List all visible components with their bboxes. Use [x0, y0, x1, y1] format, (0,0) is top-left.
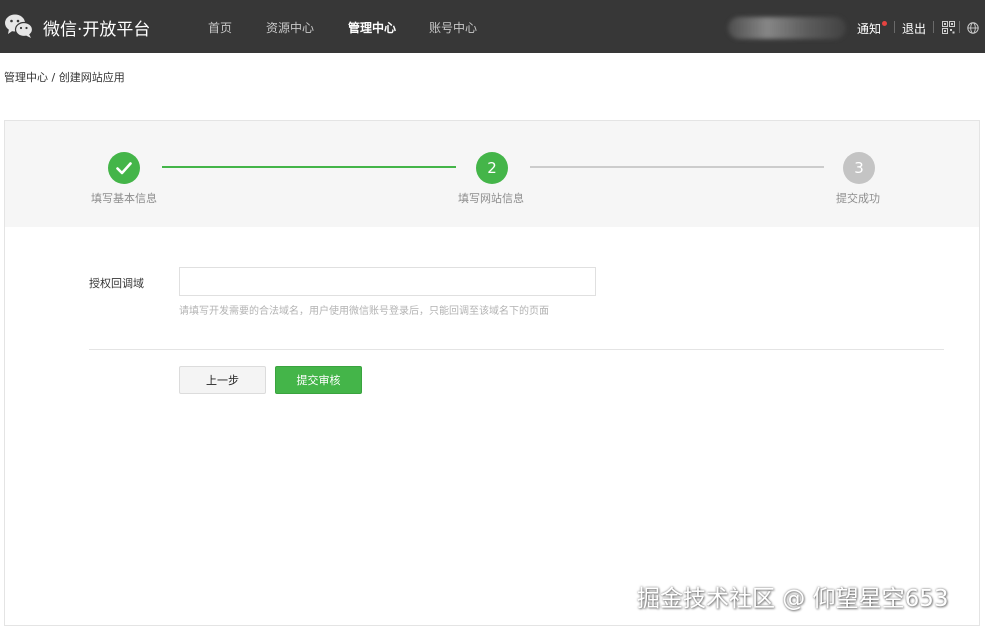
breadcrumb-management-center[interactable]: 管理中心 [4, 71, 48, 84]
progress-steps: 2 3 填写基本信息 填写网站信息 提交成功 [5, 121, 979, 227]
notify-badge-dot [882, 21, 887, 26]
top-navigation-bar: 微信·开放平台 首页 资源中心 管理中心 账号中心 通知 退出 [0, 0, 985, 53]
account-name-blurred[interactable] [728, 17, 846, 39]
nav-management-center[interactable]: 管理中心 [348, 19, 396, 36]
nav-resource-center[interactable]: 资源中心 [266, 19, 314, 36]
step-2-label: 填写网站信息 [458, 192, 524, 205]
globe-icon[interactable] [967, 22, 979, 34]
divider [959, 21, 960, 33]
breadcrumb-separator: / [48, 71, 59, 84]
step-3-circle: 3 [843, 152, 875, 184]
nav-account-center[interactable]: 账号中心 [429, 19, 477, 36]
breadcrumb-current: 创建网站应用 [58, 71, 125, 84]
previous-step-button[interactable]: 上一步 [179, 366, 266, 394]
step-3-label: 提交成功 [836, 192, 880, 205]
brand-title[interactable]: 微信·开放平台 [43, 15, 150, 40]
step-connector-pending [530, 166, 824, 168]
divider [933, 21, 934, 33]
step-1-circle [108, 152, 140, 184]
callback-domain-input[interactable] [179, 267, 596, 296]
step-1-label: 填写基本信息 [91, 192, 157, 205]
checkmark-icon [116, 162, 132, 175]
breadcrumb: 管理中心 / 创建网站应用 [4, 69, 125, 85]
wechat-logo-icon[interactable] [4, 13, 34, 39]
watermark: 掘金技术社区 @ 仰望星空653 [637, 586, 949, 612]
callback-domain-label: 授权回调域 [89, 277, 144, 290]
notify-link[interactable]: 通知 [857, 20, 881, 37]
logout-link[interactable]: 退出 [902, 20, 926, 37]
nav-home[interactable]: 首页 [208, 19, 232, 36]
submit-review-button[interactable]: 提交审核 [275, 366, 362, 394]
step-connector-done [162, 166, 456, 168]
create-website-app-panel: 2 3 填写基本信息 填写网站信息 提交成功 授权回调域 请填写开发需要的合法域… [4, 120, 980, 626]
callback-domain-hint: 请填写开发需要的合法域名，用户使用微信账号登录后，只能回调至该域名下的页面 [179, 306, 549, 317]
step-2-circle: 2 [476, 152, 508, 184]
qr-code-icon[interactable] [942, 21, 955, 34]
divider [894, 21, 895, 33]
form-divider [89, 349, 944, 350]
